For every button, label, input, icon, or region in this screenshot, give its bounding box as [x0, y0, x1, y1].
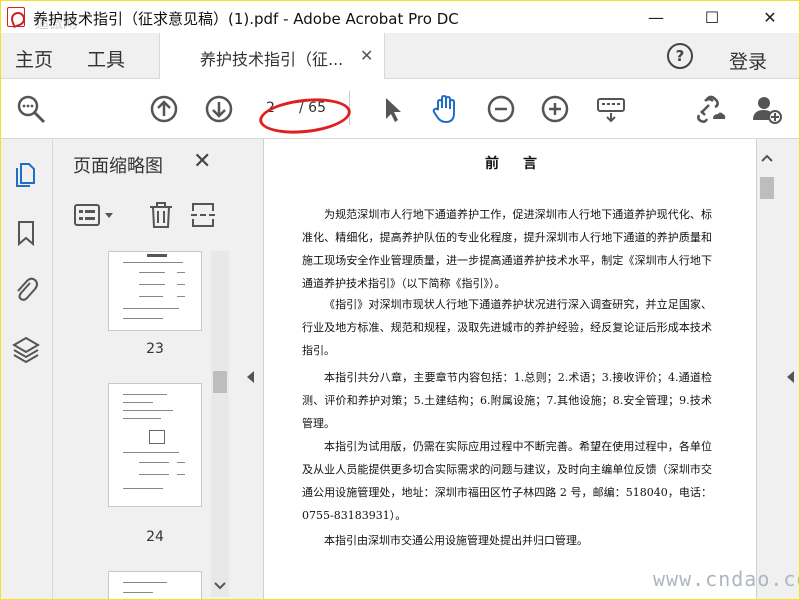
zoom-out-icon[interactable] — [485, 93, 517, 125]
thumbnail-page-label: 24 — [146, 529, 164, 545]
select-pointer-icon[interactable] — [377, 93, 409, 125]
maximize-button[interactable]: ☐ — [689, 1, 735, 33]
thumbnails-panel: 页面缩略图 ✕ 23 24 — [53, 139, 239, 599]
window-title: 养护技术指引（征求意见稿）(1).pdf - Adobe Acrobat Pro… — [33, 10, 459, 28]
tab-row: 主页 工具 养护技术指引（征... ✕ ? 登录 — [1, 33, 799, 79]
document-scrollbar-thumb[interactable] — [760, 177, 774, 199]
page-thumbnails-icon[interactable] — [12, 159, 40, 187]
document-paragraph: 本指引为试用版，仍需在实际应用过程中不断完善。希望在使用过程中，各单位及从业人员… — [302, 440, 712, 522]
split-page-icon[interactable] — [189, 201, 217, 229]
panel-title: 页面缩略图 — [73, 156, 163, 177]
attachment-icon[interactable] — [12, 275, 40, 303]
document-view: 前言 为规范深圳市人行地下通道养护工作，促进深圳市人行地下通道养护现代化、标准化… — [239, 139, 799, 599]
document-paragraph: 为规范深圳市人行地下通道养护工作，促进深圳市人行地下通道养护现代化、标准化、精细… — [302, 208, 712, 290]
share-link-icon[interactable] — [695, 93, 727, 125]
close-window-button[interactable]: ✕ — [747, 1, 793, 33]
site-watermark: www.cndao.com — [653, 567, 799, 591]
title-bar: 追傲网 养护技术指引（征求意见稿）(1).pdf - Adobe Acrobat… — [1, 1, 799, 33]
scroll-down-arrow-icon[interactable] — [213, 581, 227, 591]
layers-icon[interactable] — [12, 335, 40, 363]
acrobat-window: 追傲网 养护技术指引（征求意见稿）(1).pdf - Adobe Acrobat… — [1, 1, 799, 599]
page-up-icon[interactable] — [148, 93, 180, 125]
thumbnail-options-icon[interactable] — [73, 201, 117, 229]
document-paragraph: 本指引共分八章，主要章节内容包括：1.总则；2.术语；3.接收评价；4.通道检测… — [302, 371, 712, 430]
tab-tools[interactable]: 工具 — [87, 45, 125, 72]
minimize-button[interactable]: — — [633, 1, 679, 33]
thumbnail-scrollbar-thumb[interactable] — [213, 371, 227, 393]
page-down-icon[interactable] — [203, 93, 235, 125]
thumbnail-page-label: 23 — [146, 341, 164, 357]
acrobat-app-icon — [7, 7, 25, 27]
tab-home[interactable]: 主页 — [15, 45, 53, 72]
scroll-up-arrow-icon[interactable] — [760, 153, 774, 163]
zoom-search-icon[interactable] — [15, 93, 47, 125]
document-scrollbar[interactable] — [757, 139, 777, 599]
keyboard-tool-icon[interactable] — [595, 93, 627, 125]
navigation-rail — [1, 139, 53, 599]
document-tab-label: 养护技术指引（征... — [200, 50, 344, 69]
page-thumbnail[interactable] — [108, 383, 202, 507]
bookmark-icon[interactable] — [12, 219, 40, 247]
expand-right-panel-icon[interactable] — [787, 371, 794, 383]
hand-tool-icon[interactable] — [429, 93, 461, 125]
close-panel-icon[interactable]: ✕ — [193, 149, 211, 174]
page-heading: 前言 — [485, 156, 561, 172]
help-icon[interactable]: ? — [667, 43, 693, 69]
zoom-in-icon[interactable] — [539, 93, 571, 125]
pdf-page: 前言 为规范深圳市人行地下通道养护工作，促进深圳市人行地下通道养护现代化、标准化… — [263, 139, 757, 599]
close-tab-icon[interactable]: ✕ — [360, 46, 373, 65]
page-thumbnail[interactable] — [108, 251, 202, 331]
collapse-left-panel-icon[interactable] — [247, 371, 254, 383]
page-thumbnail[interactable] — [108, 571, 202, 599]
add-user-icon[interactable] — [751, 93, 783, 125]
login-button[interactable]: 登录 — [729, 47, 767, 74]
tab-document[interactable]: 养护技术指引（征... ✕ — [159, 33, 385, 79]
thumbnail-scrollbar[interactable] — [211, 251, 229, 597]
document-paragraph: 《指引》对深圳市现状人行地下通道养护状况进行深入调查研究，并立足国家、行业及地方… — [302, 298, 712, 357]
delete-page-icon[interactable] — [147, 201, 175, 229]
main-toolbar: 2 / 65 — [1, 79, 799, 139]
document-paragraph: 本指引由深圳市交通公用设施管理处提出并归口管理。 — [324, 534, 588, 547]
